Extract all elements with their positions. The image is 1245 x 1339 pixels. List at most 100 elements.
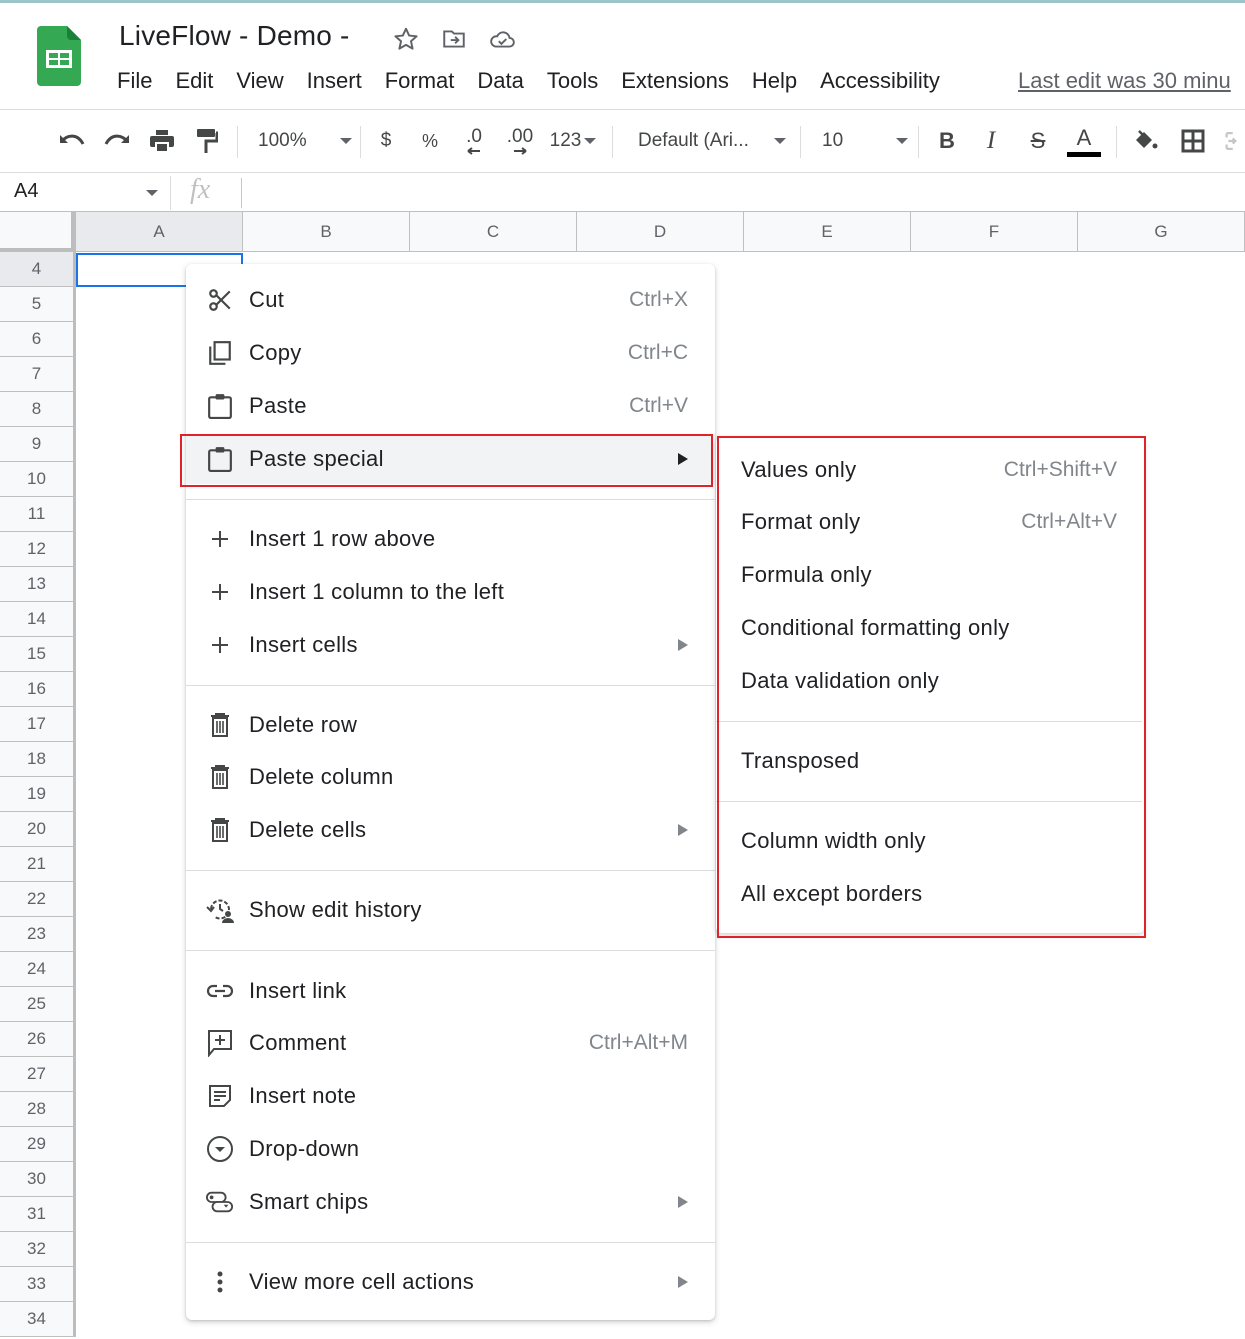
row-header-15[interactable]: 15	[0, 637, 76, 672]
row-header-18[interactable]: 18	[0, 742, 76, 777]
currency-format-button[interactable]: $	[374, 124, 398, 158]
last-edit-link[interactable]: Last edit was 30 minu	[1018, 68, 1231, 94]
bold-button[interactable]: B	[934, 124, 960, 158]
column-header-b[interactable]: B	[243, 212, 410, 252]
submenu-item-column-width-only[interactable]: Column width only	[716, 816, 1144, 866]
submenu-item-formula-only[interactable]: Formula only	[716, 550, 1144, 600]
menu-item-paste-special[interactable]: Paste special	[186, 434, 715, 484]
row-header-16[interactable]: 16	[0, 672, 76, 707]
name-box[interactable]: A4	[14, 180, 38, 203]
column-header-f[interactable]: F	[911, 212, 1078, 252]
print-icon[interactable]	[146, 124, 178, 158]
menu-tools[interactable]: Tools	[547, 68, 598, 94]
row-header-31[interactable]: 31	[0, 1197, 76, 1232]
row-header-17[interactable]: 17	[0, 707, 76, 742]
row-header-24[interactable]: 24	[0, 952, 76, 987]
italic-button[interactable]: I	[978, 124, 1004, 158]
submenu-item-format-only[interactable]: Format only Ctrl+Alt+V	[716, 497, 1144, 547]
menu-item-insert-note[interactable]: Insert note	[186, 1071, 715, 1121]
menu-help[interactable]: Help	[752, 68, 797, 94]
undo-icon[interactable]	[56, 124, 88, 158]
submenu-item-conditional-formatting-only[interactable]: Conditional formatting only	[716, 603, 1144, 653]
menu-item-delete-column[interactable]: Delete column	[186, 752, 715, 802]
menu-item-delete-row[interactable]: Delete row	[186, 700, 715, 750]
row-header-23[interactable]: 23	[0, 917, 76, 952]
menu-view[interactable]: View	[236, 68, 283, 94]
row-header-7[interactable]: 7	[0, 357, 76, 392]
name-box-caret-icon[interactable]	[146, 190, 158, 196]
row-header-30[interactable]: 30	[0, 1162, 76, 1197]
google-sheets-logo[interactable]	[37, 26, 81, 86]
menu-item-delete-cells[interactable]: Delete cells	[186, 805, 715, 855]
star-icon[interactable]	[392, 25, 420, 53]
row-header-26[interactable]: 26	[0, 1022, 76, 1057]
row-header-25[interactable]: 25	[0, 987, 76, 1022]
menu-item-insert-column-left[interactable]: Insert 1 column to the left	[186, 567, 715, 617]
row-header-10[interactable]: 10	[0, 462, 76, 497]
redo-icon[interactable]	[101, 124, 133, 158]
row-header-6[interactable]: 6	[0, 322, 76, 357]
font-size-select[interactable]: 10	[822, 124, 908, 158]
submenu-item-data-validation-only[interactable]: Data validation only	[716, 656, 1144, 706]
row-header-32[interactable]: 32	[0, 1232, 76, 1267]
row-header-14[interactable]: 14	[0, 602, 76, 637]
row-header-34[interactable]: 34	[0, 1302, 76, 1337]
row-header-5[interactable]: 5	[0, 287, 76, 322]
menu-insert[interactable]: Insert	[307, 68, 362, 94]
decrease-decimal-button[interactable]: .0	[459, 124, 489, 158]
row-header-33[interactable]: 33	[0, 1267, 76, 1302]
menu-extensions[interactable]: Extensions	[621, 68, 729, 94]
menu-item-cut[interactable]: Cut Ctrl+X	[186, 275, 715, 325]
menu-data[interactable]: Data	[477, 68, 523, 94]
row-header-28[interactable]: 28	[0, 1092, 76, 1127]
menu-item-view-more-cell-actions[interactable]: View more cell actions	[186, 1257, 715, 1307]
formula-input[interactable]	[250, 178, 1240, 208]
increase-decimal-button[interactable]: .00	[503, 124, 537, 158]
zoom-select[interactable]: 100%	[258, 124, 352, 158]
cloud-saved-icon[interactable]	[488, 25, 516, 53]
menu-accessibility[interactable]: Accessibility	[820, 68, 940, 94]
row-header-8[interactable]: 8	[0, 392, 76, 427]
select-all-corner[interactable]	[0, 212, 76, 252]
menu-file[interactable]: File	[117, 68, 152, 94]
menu-item-comment[interactable]: Comment Ctrl+Alt+M	[186, 1018, 715, 1068]
menu-item-smart-chips[interactable]: Smart chips	[186, 1177, 715, 1227]
menu-edit[interactable]: Edit	[175, 68, 213, 94]
menu-item-insert-link[interactable]: Insert link	[186, 966, 715, 1016]
strikethrough-button[interactable]: S	[1024, 124, 1052, 158]
borders-icon[interactable]	[1178, 124, 1208, 158]
submenu-item-all-except-borders[interactable]: All except borders	[716, 869, 1144, 919]
column-header-a[interactable]: A	[76, 212, 243, 252]
row-header-11[interactable]: 11	[0, 497, 76, 532]
menu-item-show-edit-history[interactable]: Show edit history	[186, 885, 715, 935]
row-header-27[interactable]: 27	[0, 1057, 76, 1092]
move-to-folder-icon[interactable]	[440, 25, 468, 53]
menu-item-insert-row-above[interactable]: Insert 1 row above	[186, 514, 715, 564]
merge-cells-icon[interactable]	[1224, 124, 1245, 158]
column-header-e[interactable]: E	[744, 212, 911, 252]
menu-item-copy[interactable]: Copy Ctrl+C	[186, 328, 715, 378]
row-header-4[interactable]: 4	[0, 252, 76, 287]
column-header-d[interactable]: D	[577, 212, 744, 252]
row-header-9[interactable]: 9	[0, 427, 76, 462]
percent-format-button[interactable]: %	[418, 124, 442, 158]
menu-format[interactable]: Format	[385, 68, 455, 94]
row-header-29[interactable]: 29	[0, 1127, 76, 1162]
row-header-13[interactable]: 13	[0, 567, 76, 602]
menu-item-paste[interactable]: Paste Ctrl+V	[186, 381, 715, 431]
menu-item-dropdown[interactable]: Drop-down	[186, 1124, 715, 1174]
column-header-g[interactable]: G	[1078, 212, 1245, 252]
row-header-22[interactable]: 22	[0, 882, 76, 917]
paint-format-icon[interactable]	[192, 124, 222, 158]
menu-item-insert-cells[interactable]: Insert cells	[186, 620, 715, 670]
document-title[interactable]: LiveFlow - Demo -	[119, 20, 350, 52]
text-color-button[interactable]: A	[1066, 124, 1102, 158]
submenu-item-transposed[interactable]: Transposed	[716, 736, 1144, 786]
row-header-12[interactable]: 12	[0, 532, 76, 567]
font-family-select[interactable]: Default (Ari...	[638, 124, 786, 158]
fill-color-icon[interactable]	[1130, 124, 1162, 158]
row-header-19[interactable]: 19	[0, 777, 76, 812]
row-header-21[interactable]: 21	[0, 847, 76, 882]
column-header-c[interactable]: C	[410, 212, 577, 252]
submenu-item-values-only[interactable]: Values only Ctrl+Shift+V	[716, 445, 1144, 495]
